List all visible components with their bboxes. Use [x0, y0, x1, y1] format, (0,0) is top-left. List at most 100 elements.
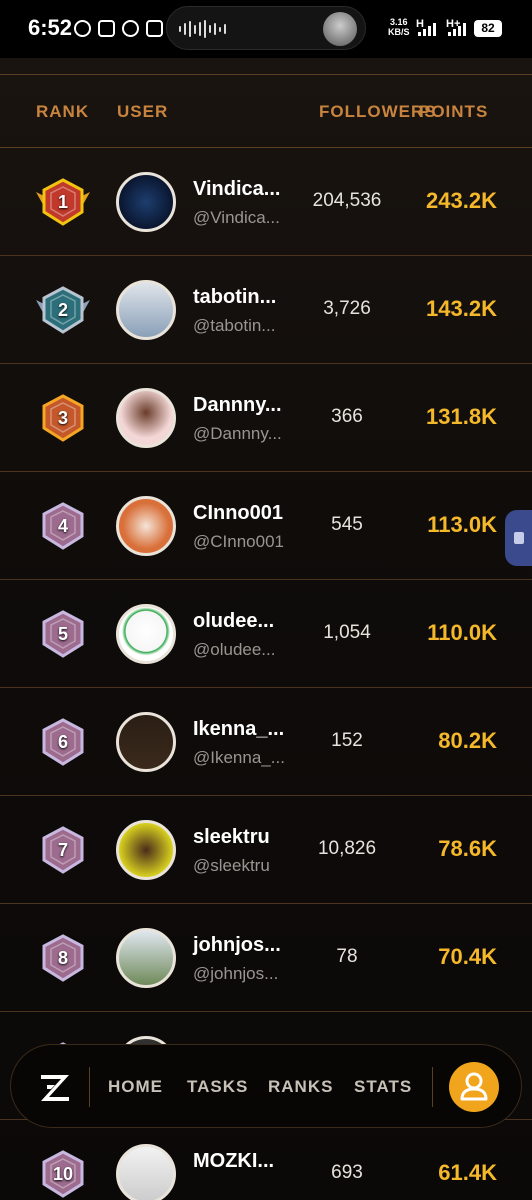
- audio-wave-icon: [179, 20, 226, 38]
- avatar[interactable]: [116, 1144, 176, 1200]
- follower-count: 366: [331, 406, 363, 427]
- points-value: 80.2K: [438, 728, 497, 753]
- avatar[interactable]: [116, 820, 176, 880]
- divider: [432, 1067, 433, 1107]
- user-name[interactable]: CInno001: [193, 502, 283, 525]
- rank-number: 10: [52, 1164, 74, 1184]
- leaderboard-row[interactable]: 3 Dannny... @Dannny... 366 131.8K: [0, 364, 532, 472]
- instagram-icon: [98, 20, 115, 37]
- signal-icon: [418, 22, 436, 36]
- follower-count: 3,726: [323, 298, 371, 319]
- rank-number: 5: [57, 624, 68, 644]
- capcut-icon: [146, 20, 163, 37]
- rank-badge-icon: 7: [34, 824, 92, 876]
- status-time: 6:52: [28, 15, 73, 40]
- rank-badge-icon: 4: [34, 500, 92, 552]
- follower-count: 10,826: [317, 838, 377, 859]
- follower-count: 204,536: [312, 190, 382, 211]
- leaderboard[interactable]: RANK USER FOLLOWERS POINTS 1 Vindica... @V…: [0, 58, 532, 1200]
- dynamic-island[interactable]: [166, 6, 366, 50]
- follower-count: 152: [331, 730, 363, 751]
- follower-count: 545: [331, 514, 363, 535]
- avatar[interactable]: [116, 604, 176, 664]
- avatar[interactable]: [116, 712, 176, 772]
- rank-column-header: RANK: [36, 102, 90, 121]
- avatar[interactable]: [116, 172, 176, 232]
- user-name[interactable]: Dannny...: [193, 394, 282, 417]
- divider: [0, 74, 532, 75]
- notification-icons: [74, 20, 163, 37]
- user-handle: @tabotin...: [193, 316, 276, 335]
- leaderboard-row[interactable]: 6 Ikenna_... @Ikenna_... 152 80.2K: [0, 688, 532, 796]
- status-bar: 6:52 3.16 KB/S H H+ 82: [0, 0, 532, 58]
- divider: [89, 1067, 90, 1107]
- user-handle: @sleektru: [193, 856, 270, 875]
- user-name[interactable]: MOZKI...: [193, 1150, 274, 1173]
- rank-badge-icon: 10: [34, 1148, 92, 1200]
- side-feedback-tab[interactable]: [505, 510, 532, 566]
- user-name[interactable]: Ikenna_...: [193, 718, 284, 741]
- points-column-header: POINTS: [419, 102, 489, 121]
- media-thumbnail: [323, 12, 357, 46]
- leaderboard-row[interactable]: 5 oludee... @oludee... 1,054 110.0K: [0, 580, 532, 688]
- rank-number: 7: [57, 840, 68, 860]
- leaderboard-row[interactable]: 1 Vindica... @Vindica... 204,536 243.2K: [0, 148, 532, 256]
- leaderboard-row[interactable]: 8 johnjos... @johnjos... 78 70.4K: [0, 904, 532, 1012]
- follower-count: 693: [331, 1162, 363, 1183]
- user-name[interactable]: sleektru: [193, 826, 270, 849]
- leaderboard-row[interactable]: 4 CInno001 @CInno001 545 113.0K: [0, 472, 532, 580]
- user-handle: @johnjos...: [193, 964, 279, 983]
- user-handle: @Ikenna_...: [193, 748, 285, 767]
- nav-tasks[interactable]: TASKS: [187, 1077, 248, 1097]
- user-name[interactable]: tabotin...: [193, 286, 276, 309]
- user-handle: @CInno001: [193, 532, 284, 551]
- points-value: 110.0K: [427, 620, 497, 645]
- profile-button[interactable]: [449, 1062, 499, 1112]
- nav-ranks[interactable]: RANKS: [268, 1077, 333, 1097]
- avatar[interactable]: [116, 928, 176, 988]
- points-value: 131.8K: [426, 404, 497, 429]
- chat-notification-icon: [74, 20, 91, 37]
- facebook-icon: [122, 20, 139, 37]
- leaderboard-row[interactable]: 7 sleektru @sleektru 10,826 78.6K: [0, 796, 532, 904]
- follower-count: 1,054: [323, 622, 371, 643]
- avatar[interactable]: [116, 388, 176, 448]
- points-value: 143.2K: [426, 296, 497, 321]
- follower-count: 78: [336, 946, 358, 967]
- user-name[interactable]: oludee...: [193, 610, 274, 633]
- points-value: 70.4K: [438, 944, 497, 969]
- leaderboard-row[interactable]: 2 tabotin... @tabotin... 3,726 143.2K: [0, 256, 532, 364]
- z-logo-icon[interactable]: [35, 1067, 75, 1107]
- user-handle: @Dannny...: [193, 424, 282, 443]
- user-name[interactable]: johnjos...: [193, 934, 281, 957]
- user-column-header: USER: [117, 102, 169, 121]
- nav-home[interactable]: HOME: [108, 1077, 163, 1097]
- points-value: 243.2K: [426, 188, 497, 213]
- leaderboard-header: RANK USER FOLLOWERS POINTS: [0, 76, 532, 148]
- points-value: 78.6K: [438, 836, 497, 861]
- bottom-nav: HOME TASKS RANKS STATS: [10, 1044, 522, 1128]
- rank-badge-icon: 1: [34, 176, 92, 228]
- rank-badge-icon: 3: [34, 392, 92, 444]
- rank-number: 1: [57, 192, 68, 212]
- points-value: 61.4K: [438, 1160, 497, 1185]
- rank-number: 3: [57, 408, 68, 428]
- nav-stats[interactable]: STATS: [354, 1077, 412, 1097]
- avatar[interactable]: [116, 280, 176, 340]
- user-handle: @Vindica...: [193, 208, 280, 227]
- network-speed: 3.16 KB/S: [388, 17, 410, 37]
- rank-badge-icon: 5: [34, 608, 92, 660]
- battery-indicator: 82: [474, 20, 502, 37]
- leaderboard-row[interactable]: 10 MOZKI... 693 61.4K: [0, 1120, 532, 1200]
- rank-number: 2: [57, 300, 68, 320]
- rank-number: 8: [57, 948, 68, 968]
- rank-badge-icon: 6: [34, 716, 92, 768]
- signal-icon: [448, 22, 466, 36]
- avatar[interactable]: [116, 496, 176, 556]
- user-name[interactable]: Vindica...: [193, 178, 280, 201]
- user-handle: @oludee...: [193, 640, 276, 659]
- rank-badge-icon: 2: [34, 284, 92, 336]
- points-value: 113.0K: [427, 512, 497, 537]
- rank-number: 6: [57, 732, 68, 752]
- user-icon: [460, 1072, 488, 1101]
